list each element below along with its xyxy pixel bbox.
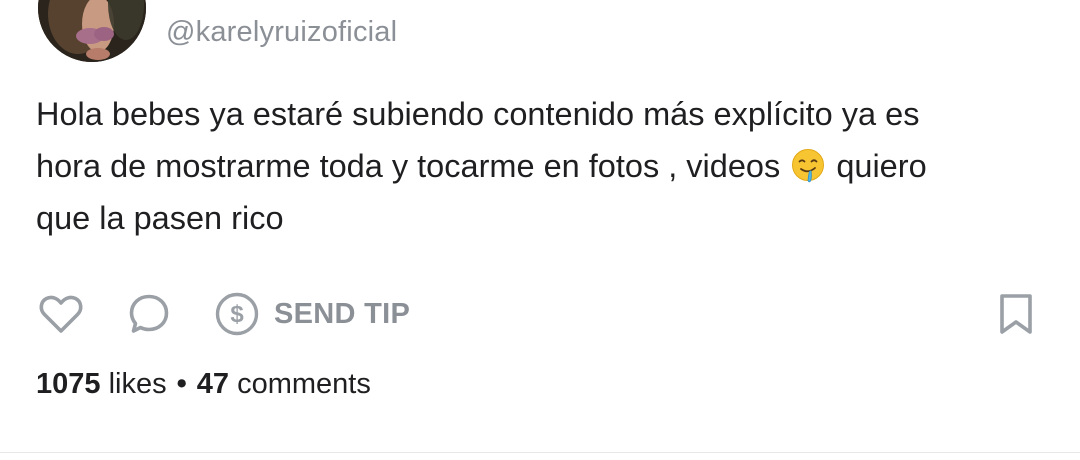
- bookmark-button[interactable]: [996, 290, 1038, 338]
- post-body: Hola bebes ya estaré subiendo contenido …: [36, 88, 1046, 244]
- drooling-face-emoji-icon: [791, 147, 825, 183]
- comments-label[interactable]: comments: [237, 368, 371, 400]
- dollar-circle-icon: $: [215, 292, 259, 336]
- heart-icon: [39, 295, 83, 333]
- avatar[interactable]: [38, 0, 146, 62]
- bookmark-icon: [1000, 294, 1032, 334]
- post-stats: 1075 likes • 47 comments: [36, 368, 371, 401]
- post-text-segment: hora de mostrarme toda y tocarme en foto…: [36, 148, 781, 184]
- post-text-line: Hola bebes ya estaré subiendo contenido …: [36, 96, 920, 132]
- post-text-segment: quiero: [836, 148, 927, 184]
- comment-button[interactable]: [127, 290, 173, 338]
- divider: [0, 452, 1080, 453]
- likes-label[interactable]: likes: [109, 368, 167, 400]
- like-button[interactable]: [38, 290, 84, 338]
- post-text-line: hora de mostrarme toda y tocarme en foto…: [36, 140, 1046, 192]
- comments-count[interactable]: 47: [197, 368, 229, 400]
- send-tip-button[interactable]: $ SEND TIP: [214, 290, 410, 338]
- username-handle[interactable]: @karelyruizoficial: [166, 16, 397, 49]
- post-text-line: que la pasen rico: [36, 200, 284, 236]
- post-actions: $ SEND TIP: [0, 290, 1080, 338]
- comment-icon: [129, 294, 169, 333]
- stats-separator: •: [176, 368, 187, 400]
- avatar-photo: [38, 0, 146, 62]
- svg-text:$: $: [230, 301, 244, 328]
- likes-count[interactable]: 1075: [36, 368, 101, 400]
- send-tip-label: SEND TIP: [274, 297, 411, 330]
